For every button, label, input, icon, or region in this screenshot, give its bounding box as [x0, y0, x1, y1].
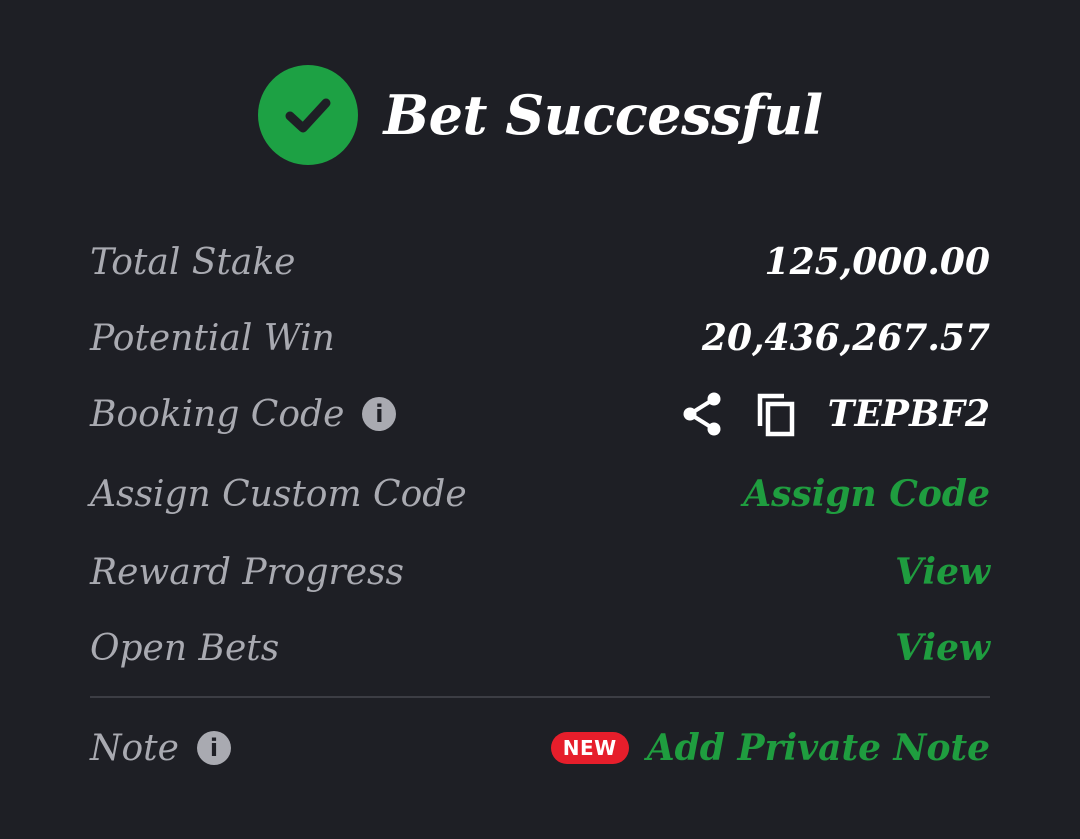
reward-progress-row: Reward Progress View — [90, 542, 990, 602]
note-label: Note — [90, 727, 179, 769]
note-row: Note i NEW Add Private Note — [90, 718, 990, 778]
assign-custom-code-label: Assign Custom Code — [90, 473, 467, 515]
info-icon[interactable]: i — [362, 397, 397, 431]
booking-code-label: Booking Code — [90, 393, 345, 435]
info-icon[interactable]: i — [196, 731, 231, 765]
reward-progress-label: Reward Progress — [90, 551, 404, 593]
bet-success-header: Bet Successful — [0, 62, 1080, 168]
add-private-note-link[interactable]: Add Private Note — [647, 727, 990, 769]
potential-win-value: 20,436,267.57 — [701, 317, 990, 359]
new-badge: NEW — [550, 732, 629, 764]
total-stake-label: Total Stake — [90, 241, 296, 283]
total-stake-value: 125,000.00 — [764, 241, 990, 283]
open-bets-view-link[interactable]: View — [895, 627, 990, 669]
booking-code-value: TEPBF2 — [827, 393, 990, 435]
check-circle-icon — [257, 65, 358, 165]
total-stake-row: Total Stake 125,000.00 — [90, 232, 990, 292]
share-icon[interactable] — [682, 391, 724, 437]
open-bets-label: Open Bets — [90, 627, 280, 669]
potential-win-row: Potential Win 20,436,267.57 — [90, 308, 990, 368]
page-title: Bet Successful — [383, 83, 823, 147]
assign-code-link[interactable]: Assign Code — [743, 473, 990, 515]
divider — [90, 696, 990, 698]
potential-win-label: Potential Win — [90, 317, 335, 359]
reward-progress-view-link[interactable]: View — [895, 551, 990, 593]
copy-icon[interactable] — [754, 390, 798, 438]
open-bets-row: Open Bets View — [90, 618, 990, 678]
assign-custom-code-row: Assign Custom Code Assign Code — [90, 464, 990, 524]
booking-code-row: Booking Code i TEPBF2 — [90, 384, 990, 444]
